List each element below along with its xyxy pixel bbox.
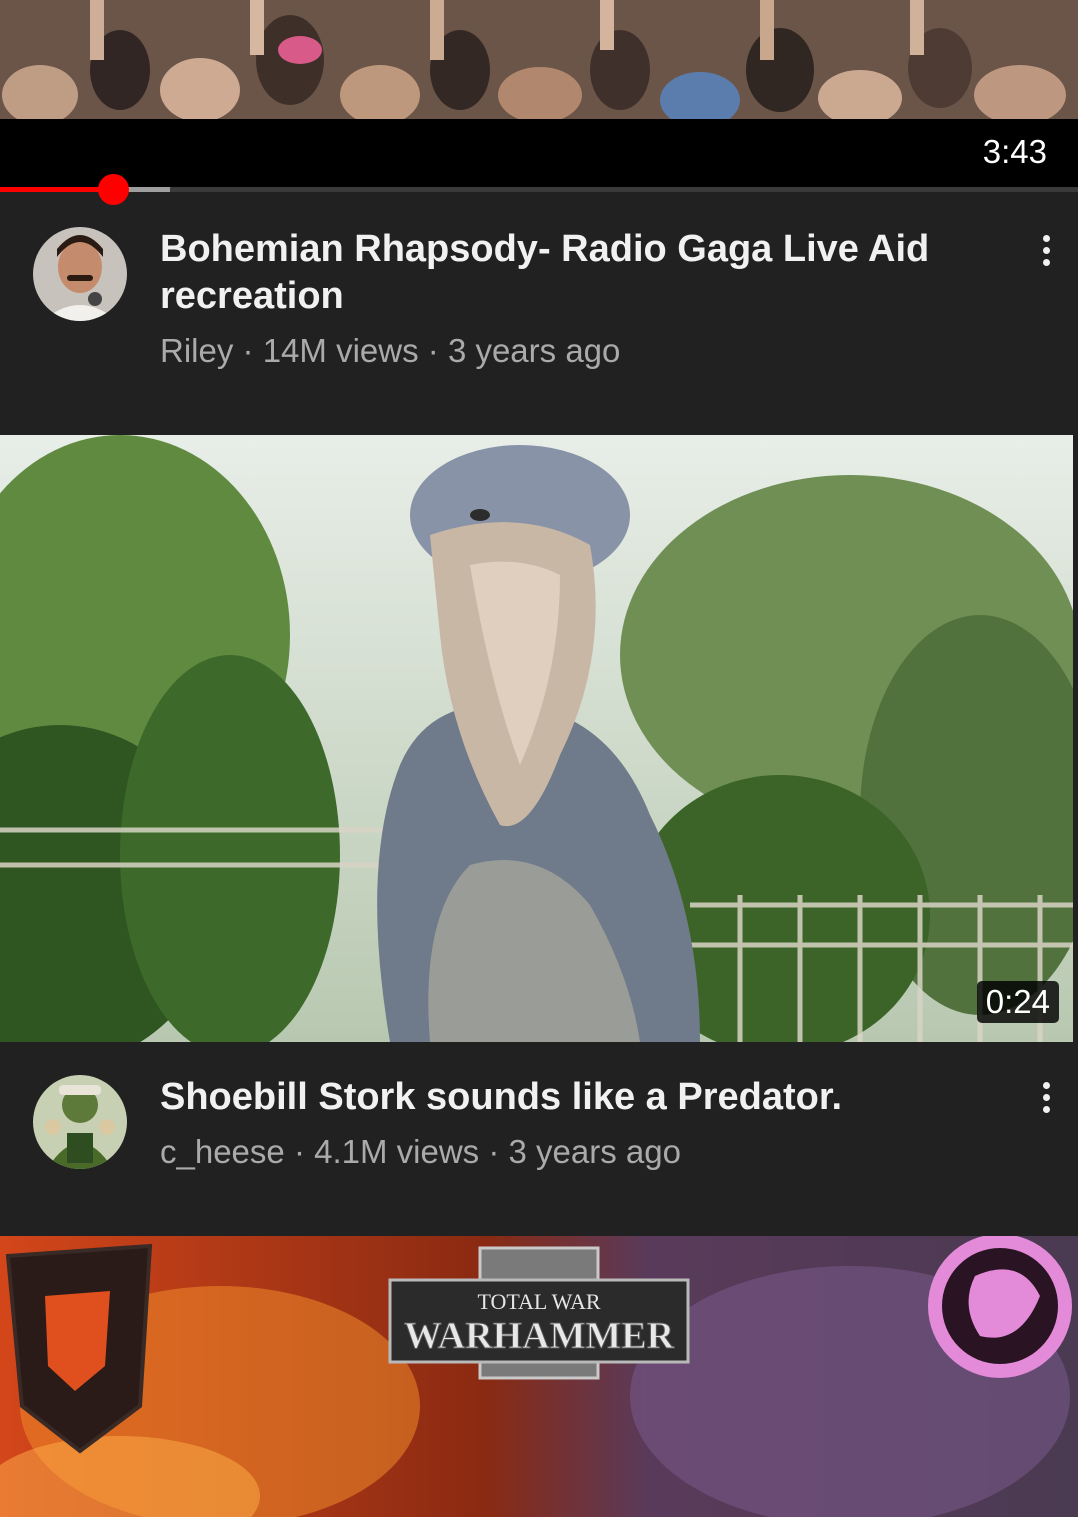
warhammer-image: TOTAL WAR WARHAMMER — [0, 1236, 1078, 1517]
video-thumbnail-2[interactable] — [0, 435, 1073, 1042]
video-thumbnail-3[interactable]: TOTAL WAR WARHAMMER — [0, 1236, 1078, 1517]
progress-scrubber-handle[interactable] — [98, 174, 129, 205]
separator: · — [242, 332, 254, 369]
view-count: 14M views — [262, 332, 419, 369]
video-metadata: Riley · 14M views · 3 years ago — [160, 331, 620, 371]
channel-avatar[interactable] — [33, 227, 127, 321]
separator: · — [488, 1133, 500, 1170]
crowd-image — [0, 0, 1078, 119]
upload-age: 3 years ago — [508, 1133, 681, 1170]
logo-text-main: WARHAMMER — [404, 1315, 675, 1357]
progress-played — [0, 187, 113, 192]
video-duration: 3:43 — [982, 133, 1047, 170]
more-options-button[interactable] — [1038, 1082, 1054, 1122]
separator: · — [427, 332, 439, 369]
channel-name[interactable]: c_heese — [160, 1133, 285, 1170]
video-title[interactable]: Bohemian Rhapsody- Radio Gaga Live Aid r… — [160, 226, 980, 320]
shoebill-image — [0, 435, 1073, 1042]
view-count: 4.1M views — [314, 1133, 480, 1170]
avatar-image — [33, 227, 127, 321]
video-duration-badge: 0:24 — [976, 981, 1059, 1023]
separator: · — [293, 1133, 305, 1170]
more-options-button[interactable] — [1038, 235, 1054, 275]
video-metadata: c_heese · 4.1M views · 3 years ago — [160, 1132, 681, 1172]
upload-age: 3 years ago — [447, 332, 621, 369]
thumbnail-bottom-bar — [0, 119, 1078, 189]
more-vert-icon — [1038, 1082, 1054, 1113]
channel-avatar[interactable] — [33, 1075, 127, 1169]
channel-name[interactable]: Riley — [160, 332, 233, 369]
video-thumbnail-1[interactable] — [0, 0, 1078, 119]
video-title[interactable]: Shoebill Stork sounds like a Predator. — [160, 1074, 980, 1121]
logo-text-top: TOTAL WAR — [477, 1289, 600, 1314]
avatar-image — [33, 1075, 127, 1169]
more-vert-icon — [1038, 235, 1054, 266]
